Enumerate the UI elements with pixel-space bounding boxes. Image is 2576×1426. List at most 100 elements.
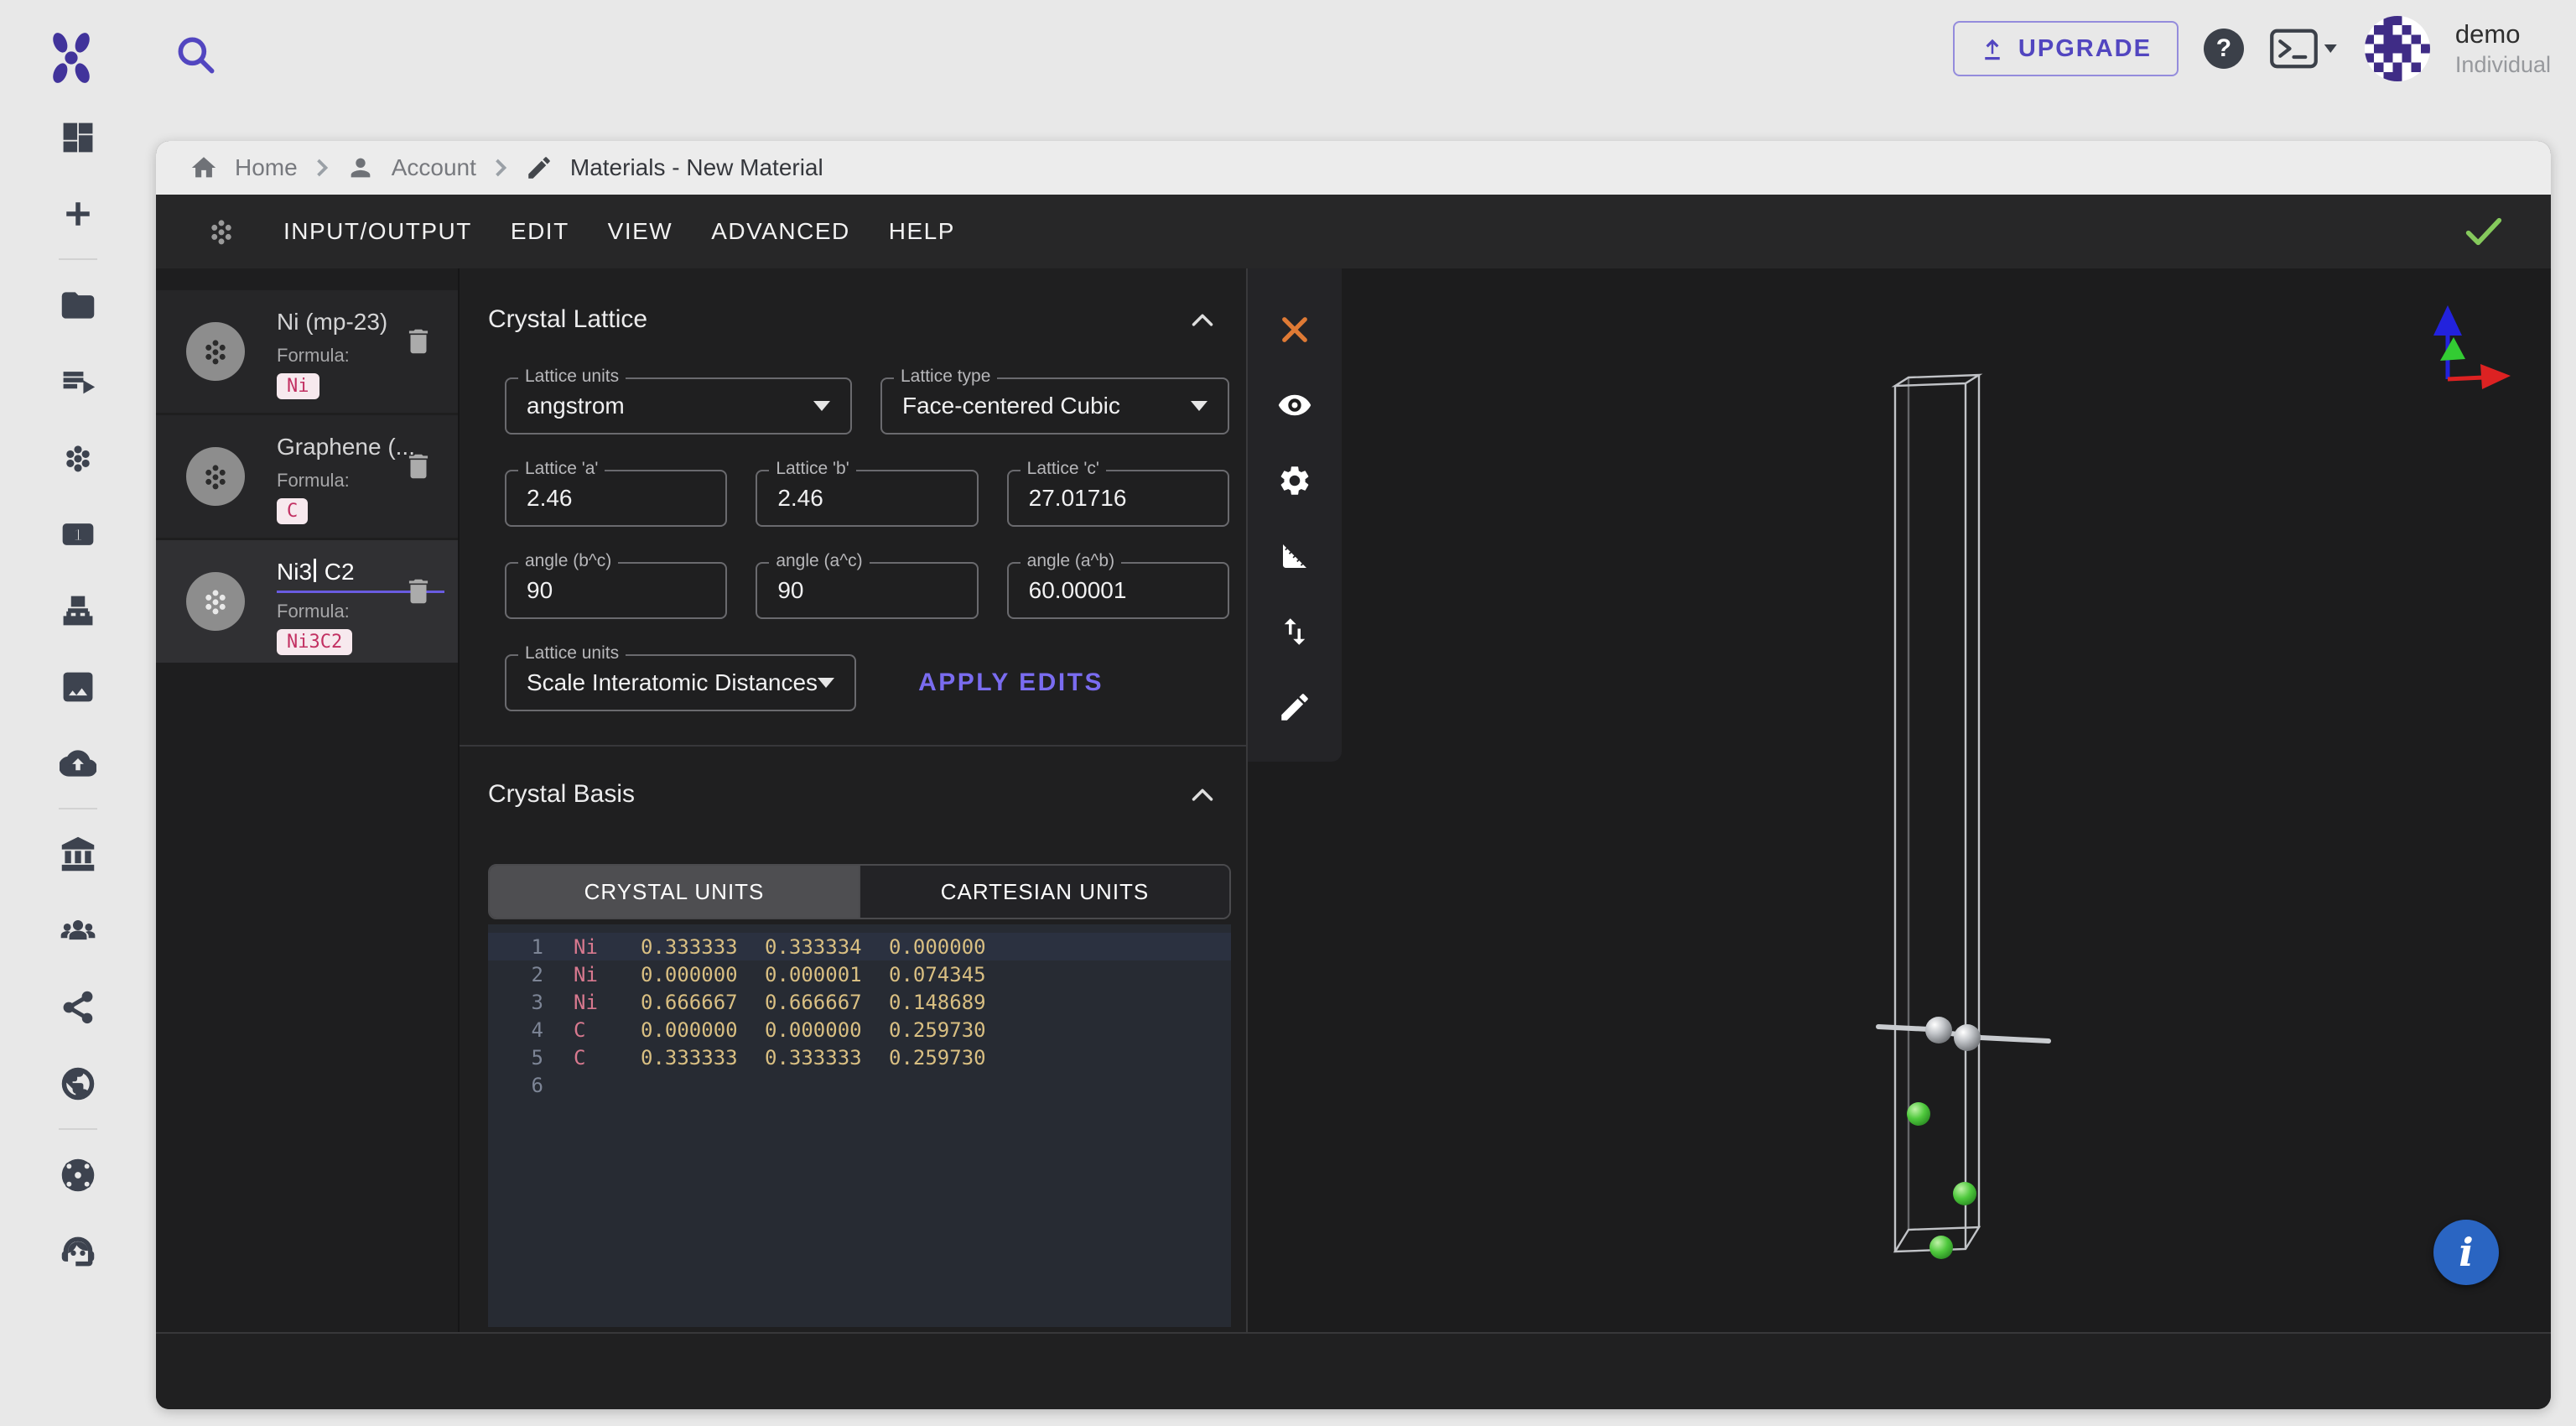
basis-row[interactable]: 5C0.3333330.3333330.259730 <box>488 1043 1231 1071</box>
close-icon[interactable] <box>1277 312 1312 347</box>
sidebar-item-create-new[interactable] <box>0 175 156 252</box>
tab-crystal-units[interactable]: CRYSTAL UNITS <box>490 866 859 918</box>
chevron-right-icon <box>314 158 330 178</box>
pencil-icon <box>525 154 553 182</box>
sidebar-item-explore[interactable] <box>0 1045 156 1122</box>
sidebar-item-jobs[interactable] <box>0 343 156 419</box>
lattice-scaling-select[interactable]: Lattice units Scale Interatomic Distance… <box>505 654 856 711</box>
svg-text:1: 1 <box>73 526 82 544</box>
sidebar-item-workflows[interactable] <box>0 572 156 648</box>
upgrade-button[interactable]: UPGRADE <box>1953 21 2179 76</box>
basis-units-tabs: CRYSTAL UNITS CARTESIAN UNITS <box>488 864 1231 919</box>
basis-row[interactable]: 4C0.0000000.0000000.259730 <box>488 1016 1231 1043</box>
collapse-chevron-icon[interactable] <box>1191 312 1214 327</box>
menu-input-output[interactable]: INPUT/OUTPUT <box>283 218 472 245</box>
sidebar-item-uploads[interactable] <box>0 725 156 801</box>
viewer-toolbar <box>1248 268 1342 762</box>
atoms <box>1907 1017 1981 1259</box>
basis-row[interactable]: 6 <box>488 1071 1231 1099</box>
console-menu-button[interactable] <box>2269 28 2340 70</box>
info-button[interactable]: i <box>2433 1220 2499 1285</box>
visibility-eye-icon[interactable] <box>1277 388 1312 423</box>
editor-menu-bar: INPUT/OUTPUT EDIT VIEW ADVANCED HELP <box>156 195 2551 268</box>
formula-chip: Ni <box>277 373 319 399</box>
delete-material-icon[interactable] <box>402 324 434 359</box>
menu-help[interactable]: HELP <box>889 218 955 245</box>
person-icon[interactable] <box>346 154 375 182</box>
material-list-item-ni3c2[interactable]: Ni3 C2 Formula: Ni3C2 <box>156 540 458 663</box>
sidebar-item-bank[interactable]: 1 <box>0 496 156 572</box>
terminal-icon <box>2269 28 2340 70</box>
delete-material-icon[interactable] <box>402 574 434 609</box>
bank-icon <box>60 836 96 873</box>
sidebar-item-dashboard[interactable] <box>0 99 156 175</box>
measure-square-icon[interactable] <box>1277 539 1312 574</box>
swap-vert-icon[interactable] <box>1277 614 1312 649</box>
text-cursor <box>314 559 316 582</box>
workspace-card: Home Account Materials - New Material IN… <box>156 141 2551 1409</box>
editor-content: Ni (mp-23) Formula: Ni Graphe <box>156 268 2551 1332</box>
cloud-upload-icon <box>60 745 96 782</box>
sidebar-item-support[interactable] <box>0 1213 156 1289</box>
sidebar-item-clusters[interactable] <box>0 1137 156 1213</box>
breadcrumb-home[interactable]: Home <box>235 154 298 181</box>
breadcrumb: Home Account Materials - New Material <box>156 141 2551 195</box>
menu-advanced[interactable]: ADVANCED <box>711 218 850 245</box>
basis-row[interactable]: 1Ni0.3333330.3333340.000000 <box>488 933 1231 960</box>
formula-chip: Ni3C2 <box>277 629 352 655</box>
home-icon[interactable] <box>190 154 218 182</box>
user-plan: Individual <box>2455 51 2551 80</box>
basis-code-editor[interactable]: 1Ni0.3333330.3333340.000000 2Ni0.0000000… <box>488 924 1231 1327</box>
angle-ab-input[interactable]: angle (a^b) 60.00001 <box>1007 562 1229 619</box>
image-icon <box>60 669 96 705</box>
upgrade-label: UPGRADE <box>2018 35 2152 63</box>
plus-icon <box>60 195 96 232</box>
tab-cartesian-units[interactable]: CARTESIAN UNITS <box>859 866 1229 918</box>
atoms-thumb-icon <box>197 333 234 370</box>
sidebar-item-teams[interactable] <box>0 893 156 969</box>
basis-row[interactable]: 2Ni0.0000000.0000010.074345 <box>488 960 1231 988</box>
lattice-units-select[interactable]: Lattice units angstrom <box>505 377 852 435</box>
three-d-viewer-canvas[interactable]: i <box>1248 268 2551 1332</box>
delete-material-icon[interactable] <box>402 449 434 484</box>
help-icon[interactable]: ? <box>2204 29 2244 69</box>
menu-view[interactable]: VIEW <box>608 218 673 245</box>
lattice-type-select[interactable]: Lattice type Face-centered Cubic <box>880 377 1229 435</box>
sidebar-item-share[interactable] <box>0 969 156 1045</box>
sidebar-divider <box>59 808 97 809</box>
atoms-menu-icon <box>203 213 240 250</box>
sidebar-item-projects[interactable] <box>0 267 156 343</box>
settings-gear-icon[interactable] <box>1277 463 1312 498</box>
lattice-c-input[interactable]: Lattice 'c' 27.01716 <box>1007 470 1229 527</box>
sidebar-item-media[interactable] <box>0 648 156 725</box>
collapse-chevron-icon[interactable] <box>1191 787 1214 802</box>
materials-list-panel: Ni (mp-23) Formula: Ni Graphe <box>156 268 460 1332</box>
angle-bc-input[interactable]: angle (b^c) 90 <box>505 562 727 619</box>
edit-pencil-icon[interactable] <box>1277 690 1312 725</box>
section-title: Crystal Lattice <box>488 305 647 334</box>
search-icon[interactable] <box>173 32 220 79</box>
basis-row[interactable]: 3Ni0.6666670.6666670.148689 <box>488 988 1231 1016</box>
lattice-b-input[interactable]: Lattice 'b' 2.46 <box>756 470 978 527</box>
globe-icon <box>60 1065 96 1102</box>
material-list-item-graphene[interactable]: Graphene (... Formula: C <box>156 415 458 538</box>
sidebar-divider <box>59 1128 97 1130</box>
lattice-a-input[interactable]: Lattice 'a' 2.46 <box>505 470 727 527</box>
app-logo-icon[interactable] <box>44 30 99 86</box>
identicon <box>2365 16 2430 81</box>
sidebar-item-entity-bank[interactable] <box>0 816 156 893</box>
headset-support-icon <box>60 1233 96 1270</box>
user-info[interactable]: demo Individual <box>2455 18 2551 80</box>
apply-edits-button[interactable]: APPLY EDITS <box>918 669 1104 697</box>
sidebar-item-materials[interactable] <box>0 419 156 496</box>
user-avatar[interactable] <box>2365 16 2430 81</box>
breadcrumb-account[interactable]: Account <box>392 154 476 181</box>
menu-edit[interactable]: EDIT <box>511 218 569 245</box>
share-icon <box>60 989 96 1026</box>
card-footer <box>156 1332 2551 1409</box>
save-check-icon[interactable] <box>2462 215 2506 248</box>
angle-ac-input[interactable]: angle (a^c) 90 <box>756 562 978 619</box>
material-list-item-ni[interactable]: Ni (mp-23) Formula: Ni <box>156 290 458 413</box>
dropdown-caret-icon <box>813 401 830 411</box>
axes-gizmo <box>2417 299 2517 399</box>
